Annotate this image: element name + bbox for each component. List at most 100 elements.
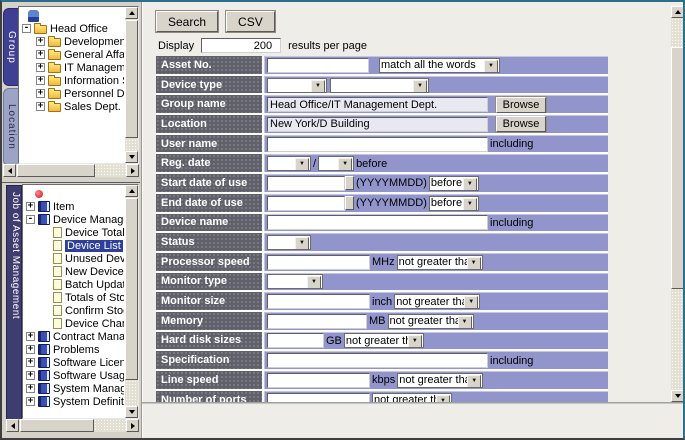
group-name-browse-button[interactable]: Browse — [496, 97, 546, 113]
expand-toggle-icon[interactable]: + — [26, 345, 35, 354]
tab-location[interactable]: Location — [3, 88, 19, 166]
expand-toggle-icon[interactable]: + — [36, 50, 45, 59]
specification-input[interactable] — [267, 353, 488, 368]
status-select[interactable] — [268, 236, 310, 249]
nav-item-label[interactable]: Device Totals — [65, 227, 124, 239]
expand-toggle-icon[interactable]: + — [36, 63, 45, 72]
tree-item-label[interactable]: Personnel Dept. — [64, 88, 124, 100]
tree-item-label[interactable]: IT Management Dep — [64, 62, 124, 74]
line-speed-select[interactable]: not greater than — [398, 374, 482, 387]
scrollbar-thumb[interactable] — [125, 198, 138, 380]
monitor-type-select[interactable] — [268, 275, 322, 288]
memory-select[interactable]: not greater than — [389, 315, 473, 328]
nav-item-label[interactable]: Device Management — [53, 214, 124, 226]
nav-tree-horizontal-scrollbar[interactable] — [6, 419, 139, 432]
processor-speed-select[interactable]: not greater than — [398, 256, 482, 269]
nav-item-label-selected[interactable]: Device List — [65, 240, 123, 252]
expand-toggle-icon[interactable]: + — [36, 89, 45, 98]
scrollbar-track[interactable] — [125, 19, 138, 151]
nav-item-label[interactable]: Problems — [53, 344, 99, 356]
nav-item-label[interactable]: Software Usage Manag — [53, 370, 124, 382]
expand-toggle-icon[interactable]: + — [26, 397, 35, 406]
form-vertical-scrollbar[interactable] — [671, 6, 684, 402]
nav-item-label[interactable]: Item — [53, 201, 74, 213]
asset-no-input[interactable] — [267, 58, 369, 73]
tab-group[interactable]: Group — [3, 8, 19, 86]
processor-speed-input[interactable] — [267, 255, 370, 270]
number-of-ports-select[interactable]: not greater than — [373, 394, 451, 402]
scroll-right-button[interactable] — [126, 164, 139, 177]
start-date-of-use-select[interactable]: before — [430, 177, 478, 190]
group-tree-horizontal-scrollbar[interactable] — [3, 164, 139, 177]
nav-item-label[interactable]: Contract Management — [53, 331, 124, 343]
scroll-up-button[interactable] — [125, 185, 138, 197]
hard-disk-sizes-input[interactable] — [267, 333, 324, 348]
expand-toggle-icon[interactable]: + — [26, 202, 35, 211]
scroll-left-button[interactable] — [3, 164, 16, 177]
start-date-of-use-input[interactable] — [267, 176, 345, 191]
tree-item-label[interactable]: General Affairs Dep — [64, 49, 124, 61]
scrollbar-thumb[interactable] — [125, 20, 138, 138]
start-date-of-use-date-picker-button[interactable] — [345, 176, 354, 190]
scrollbar-track[interactable] — [16, 164, 126, 177]
tree-item-label[interactable]: Development Dept. — [64, 36, 124, 48]
scrollbar-track[interactable] — [125, 197, 138, 406]
hard-disk-sizes-select[interactable]: not greater than — [345, 334, 423, 347]
expand-toggle-icon[interactable]: + — [36, 102, 45, 111]
csv-button[interactable]: CSV — [226, 11, 275, 32]
expand-toggle-icon[interactable]: + — [36, 37, 45, 46]
tree-item-label[interactable]: Head Office — [50, 23, 108, 35]
nav-item-label[interactable]: Totals of Stocktakin — [65, 292, 124, 304]
scrollbar-thumb[interactable] — [20, 419, 94, 432]
location-input[interactable] — [267, 117, 488, 132]
asset-no-select[interactable]: match all the words — [380, 59, 499, 72]
group-tree-vertical-scrollbar[interactable] — [125, 7, 138, 163]
scrollbar-track[interactable] — [671, 18, 684, 390]
group-name-input[interactable] — [267, 97, 488, 112]
tree-item-label[interactable]: Information System — [64, 75, 124, 87]
device-type-select[interactable] — [331, 79, 428, 92]
expand-toggle-icon[interactable]: + — [26, 371, 35, 380]
scroll-up-button[interactable] — [125, 7, 138, 19]
collapse-toggle-icon[interactable]: - — [22, 24, 31, 33]
reg-date-select[interactable] — [319, 157, 353, 170]
nav-item-label[interactable]: Batch Update — [65, 279, 124, 291]
scroll-left-button[interactable] — [6, 419, 19, 432]
nav-item-label[interactable]: System Definition — [53, 396, 124, 408]
scroll-up-button[interactable] — [671, 6, 684, 18]
collapse-toggle-icon[interactable]: - — [26, 215, 35, 224]
expand-toggle-icon[interactable]: + — [26, 358, 35, 367]
end-date-of-use-date-picker-button[interactable] — [345, 196, 354, 210]
scroll-down-button[interactable] — [125, 406, 138, 418]
nav-item-label[interactable]: Device Change Log — [65, 318, 124, 330]
tree-item-label[interactable]: Sales Dept. — [64, 101, 121, 113]
expand-toggle-icon[interactable]: + — [26, 384, 35, 393]
nav-item-label[interactable]: System Management — [53, 383, 124, 395]
reg-date-select[interactable] — [268, 157, 310, 170]
monitor-size-input[interactable] — [267, 294, 370, 309]
location-browse-button[interactable]: Browse — [496, 116, 546, 132]
scroll-down-button[interactable] — [125, 151, 138, 163]
scrollbar-thumb[interactable] — [671, 47, 684, 289]
monitor-size-select[interactable]: not greater than — [395, 295, 479, 308]
search-button[interactable]: Search — [156, 11, 218, 32]
expand-toggle-icon[interactable]: + — [36, 76, 45, 85]
line-speed-input[interactable] — [267, 373, 370, 388]
device-name-input[interactable] — [267, 215, 488, 230]
nav-item-label[interactable]: Confirm Stocktaking — [65, 305, 124, 317]
nav-tree-vertical-scrollbar[interactable] — [125, 185, 138, 418]
nav-item-label[interactable]: Unused Device List — [65, 253, 124, 265]
nav-item-label[interactable]: New Device — [65, 266, 124, 278]
end-date-of-use-select[interactable]: before — [430, 197, 478, 210]
display-count-input[interactable] — [201, 38, 281, 53]
expand-toggle-icon[interactable]: + — [26, 332, 35, 341]
nav-item-label[interactable]: Software License — [53, 357, 124, 369]
scroll-right-button[interactable] — [126, 419, 139, 432]
device-type-select[interactable] — [268, 79, 326, 92]
number-of-ports-input[interactable] — [267, 393, 370, 402]
scrollbar-thumb[interactable] — [17, 164, 95, 177]
scroll-down-button[interactable] — [671, 390, 684, 402]
user-name-input[interactable] — [267, 137, 488, 152]
memory-input[interactable] — [267, 314, 367, 329]
end-date-of-use-input[interactable] — [267, 196, 345, 211]
